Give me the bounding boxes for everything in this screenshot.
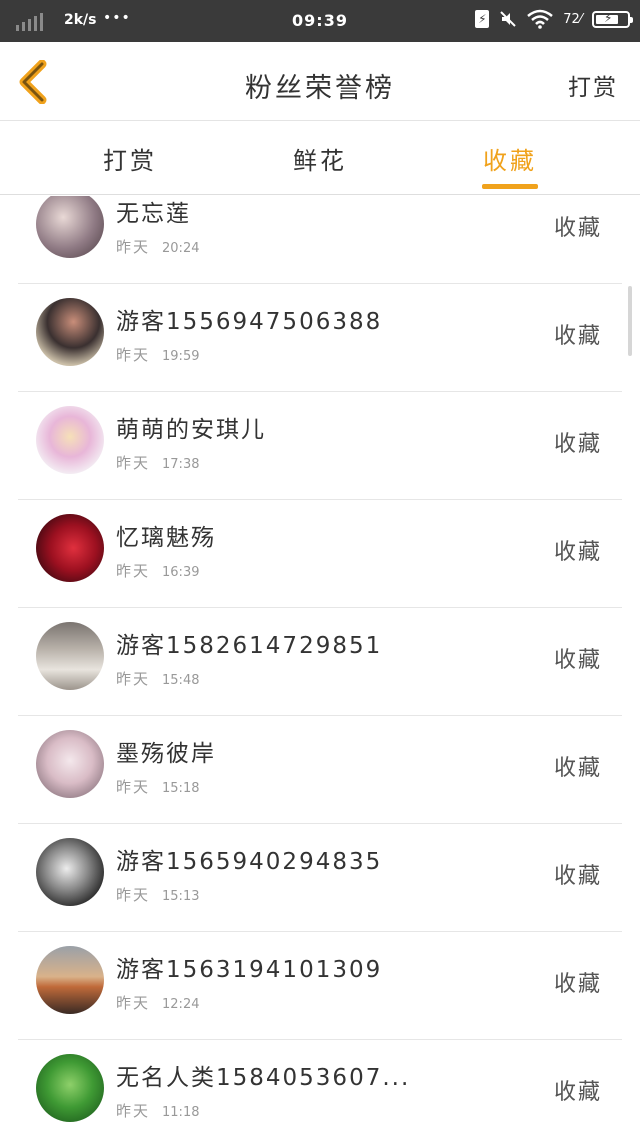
list-item[interactable]: 忆璃魅殇 昨天 16:39 收藏 [18, 500, 622, 608]
user-name: 游客1565940294835 [116, 849, 383, 875]
user-name: 无忘莲 [116, 201, 191, 227]
avatar[interactable] [36, 838, 104, 906]
reward-button[interactable]: 打赏 [568, 68, 618, 102]
user-name: 游客1556947506388 [116, 309, 383, 335]
scrollbar[interactable] [628, 286, 632, 356]
timestamp: 昨天 20:24 [116, 238, 200, 256]
list-item[interactable]: 无忘莲 昨天 20:24 收藏 [18, 196, 622, 284]
timestamp: 昨天 12:24 [116, 994, 200, 1012]
mute-icon [500, 11, 516, 27]
list-item[interactable]: 无名人类1584053607... 昨天 11:18 收藏 [18, 1040, 622, 1138]
avatar[interactable] [36, 622, 104, 690]
timestamp: 昨天 15:13 [116, 886, 200, 904]
tab-flowers[interactable]: 鲜花 [260, 141, 380, 176]
timestamp: 昨天 15:48 [116, 670, 200, 688]
tab-bar: 打赏 鲜花 收藏 [0, 121, 640, 195]
battery-icon: ⚡ [592, 10, 633, 28]
record-type: 收藏 [553, 1080, 602, 1105]
list-item[interactable]: 游客1565940294835 昨天 15:13 收藏 [18, 824, 622, 932]
avatar[interactable] [36, 514, 104, 582]
record-type: 收藏 [553, 324, 602, 349]
timestamp: 昨天 11:18 [116, 1102, 200, 1120]
record-type: 收藏 [553, 432, 602, 457]
avatar[interactable] [36, 298, 104, 366]
user-name: 游客1582614729851 [116, 633, 383, 659]
list-item[interactable]: 游客1563194101309 昨天 12:24 收藏 [18, 932, 622, 1040]
user-name: 无名人类1584053607... [116, 1065, 411, 1091]
user-name: 萌萌的安琪儿 [116, 417, 266, 443]
list-item[interactable]: 墨殇彼岸 昨天 15:18 收藏 [18, 716, 622, 824]
header: 粉丝荣誉榜 打赏 [0, 42, 640, 121]
user-name: 墨殇彼岸 [116, 741, 216, 767]
list-item[interactable]: 萌萌的安琪儿 昨天 17:38 收藏 [18, 392, 622, 500]
wifi-icon [527, 9, 554, 29]
user-name: 游客1563194101309 [116, 957, 383, 983]
record-type: 收藏 [553, 864, 602, 889]
timestamp: 昨天 17:38 [116, 454, 200, 472]
tab-favorites[interactable]: 收藏 [450, 141, 570, 176]
record-type: 收藏 [553, 648, 602, 673]
record-type: 收藏 [553, 540, 602, 565]
list-item[interactable]: 游客1582614729851 昨天 15:48 收藏 [18, 608, 622, 716]
avatar[interactable] [36, 730, 104, 798]
avatar[interactable] [36, 1054, 104, 1122]
fan-list[interactable]: 无忘莲 昨天 20:24 收藏 游客1556947506388 昨天 19:59 收… [0, 196, 640, 1138]
active-tab-indicator [482, 184, 538, 189]
record-type: 收藏 [553, 216, 602, 241]
battery-percent: 72⁄ [563, 11, 582, 27]
avatar[interactable] [36, 946, 104, 1014]
battery-saver-icon: ⚡ [475, 10, 490, 28]
avatar[interactable] [36, 196, 104, 258]
page-title: 粉丝荣誉榜 [245, 73, 395, 104]
timestamp: 昨天 15:18 [116, 778, 200, 796]
list-item[interactable]: 游客1556947506388 昨天 19:59 收藏 [18, 284, 622, 392]
user-name: 忆璃魅殇 [116, 525, 216, 551]
record-type: 收藏 [553, 756, 602, 781]
timestamp: 昨天 19:59 [116, 346, 200, 364]
status-bar: 2k/s ••• 09:39 ⚡ 72⁄ ⚡ [0, 0, 640, 42]
timestamp: 昨天 16:39 [116, 562, 200, 580]
tab-reward[interactable]: 打赏 [70, 141, 190, 176]
avatar[interactable] [36, 406, 104, 474]
record-type: 收藏 [553, 972, 602, 997]
